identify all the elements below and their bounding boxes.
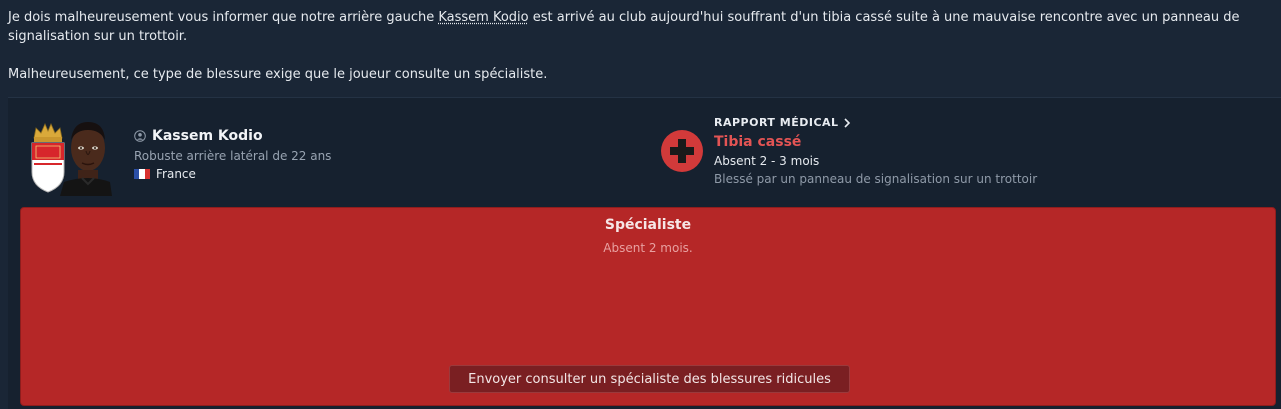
player-link[interactable]: Kassem Kodio xyxy=(438,10,528,25)
absence-duration: Absent 2 - 3 mois xyxy=(714,154,820,168)
send-specialist-button[interactable]: Envoyer consulter un spécialiste des ble… xyxy=(449,365,850,393)
injury-news-page: Je dois malheureusement vous informer qu… xyxy=(0,0,1281,409)
message-paragraph-2: Malheureusement, ce type de blessure exi… xyxy=(8,67,548,82)
player-description: Robuste arrière latéral de 22 ans xyxy=(134,149,332,163)
injury-name: Tibia cassé xyxy=(714,134,802,150)
news-message: Je dois malheureusement vous informer qu… xyxy=(8,8,1273,84)
player-name-row[interactable]: Kassem Kodio xyxy=(134,126,331,146)
player-info: Kassem Kodio Robuste arrière latéral de … xyxy=(134,126,331,183)
chevron-right-icon xyxy=(843,118,850,128)
specialist-title: Spécialiste xyxy=(604,217,692,233)
player-avatar[interactable] xyxy=(60,118,112,196)
message-intro-before: Je dois malheureusement vous informer qu… xyxy=(8,10,439,25)
message-paragraph-1: Je dois malheureusement vous informer qu… xyxy=(8,8,1273,46)
player-nation[interactable]: France xyxy=(156,167,196,181)
specialist-panel: Spécialiste Absent 2 mois. Envoyer consu… xyxy=(20,207,1276,406)
medical-report-link[interactable]: RAPPORT MÉDICAL xyxy=(714,114,1037,132)
nation-row[interactable]: France xyxy=(134,165,331,183)
specialist-subtitle: Absent 2 mois. xyxy=(603,241,693,255)
person-icon xyxy=(134,130,146,142)
france-flag-icon xyxy=(134,169,150,179)
medical-report: RAPPORT MÉDICAL Tibia cassé Absent 2 - 3… xyxy=(714,114,1037,188)
injury-cause: Blessé par un panneau de signalisation s… xyxy=(714,172,1038,186)
crown-icon xyxy=(33,123,63,142)
medical-cross-icon xyxy=(661,130,703,172)
player-name[interactable]: Kassem Kodio xyxy=(152,128,263,144)
medical-report-header[interactable]: RAPPORT MÉDICAL xyxy=(714,114,839,132)
